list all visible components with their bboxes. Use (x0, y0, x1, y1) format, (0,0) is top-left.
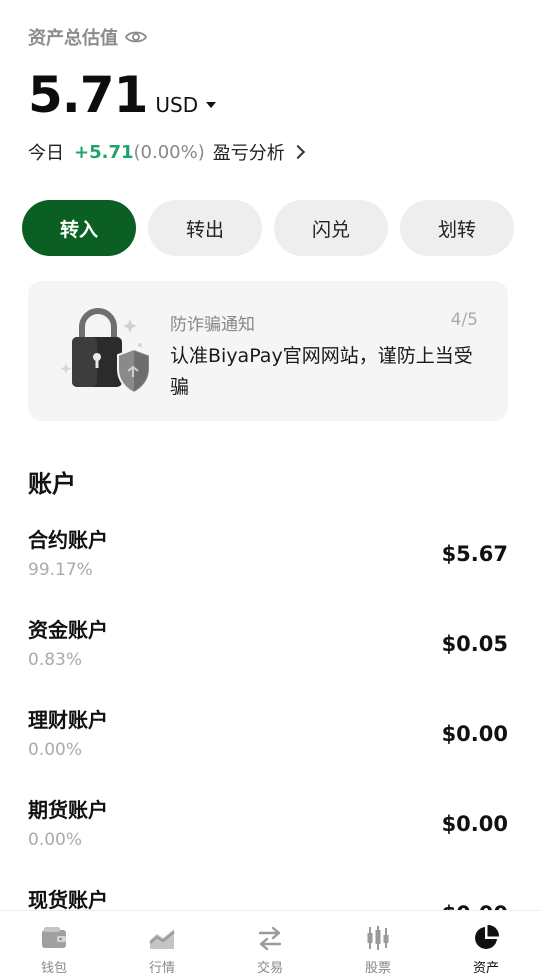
withdraw-button[interactable]: 转出 (148, 200, 262, 256)
account-row-funding[interactable]: 资金账户 0.83% $0.05 (28, 614, 508, 684)
assets-page: 资产总估值 5.71 USD 今日 +5.71 (0.00%) 盈亏分析 转入 … (0, 0, 540, 980)
account-percent: 99.17% (28, 560, 93, 580)
account-percent: 0.00% (28, 740, 83, 760)
action-buttons: 转入 转出 闪兑 划转 (22, 200, 514, 256)
account-row-futures[interactable]: 期货账户 0.00% $0.00 (28, 794, 508, 864)
nav-item-stocks[interactable]: 股票 (324, 911, 432, 980)
market-chart-icon (149, 929, 175, 949)
account-amount: $0.00 (441, 722, 508, 746)
account-name: 合约账户 (28, 528, 108, 552)
account-percent: 0.83% (28, 650, 83, 670)
caret-down-icon[interactable] (206, 102, 217, 108)
swap-arrows-icon (258, 926, 282, 951)
account-percent: 0.00% (28, 830, 83, 850)
account-name: 理财账户 (28, 708, 108, 732)
accounts-section-title: 账户 (28, 470, 76, 498)
lock-shield-icon (56, 301, 176, 401)
nav-item-wallet[interactable]: 钱包 (0, 911, 108, 980)
nav-label: 交易 (256, 961, 283, 976)
nav-item-trade[interactable]: 交易 (216, 911, 324, 980)
bottom-nav: 钱包 行情 交易 股票 资产 (0, 910, 540, 980)
nav-item-assets[interactable]: 资产 (432, 911, 540, 980)
currency-selector[interactable]: USD (155, 93, 198, 117)
nav-label: 行情 (148, 961, 175, 976)
nav-item-market[interactable]: 行情 (108, 911, 216, 980)
total-balance: 5.71 (28, 66, 148, 124)
wallet-icon (42, 927, 66, 948)
deposit-button[interactable]: 转入 (22, 200, 136, 256)
total-assets-text: 资产总估值 (28, 28, 118, 49)
account-name: 期货账户 (28, 798, 108, 822)
total-assets-label: 资产总估值 (28, 24, 148, 50)
nav-label: 钱包 (40, 961, 67, 976)
notice-page-indicator: 4/5 (450, 310, 478, 330)
notice-title: 防诈骗通知 (170, 315, 255, 335)
account-name: 现货账户 (28, 888, 108, 912)
account-amount: $0.05 (441, 632, 508, 656)
pnl-row[interactable]: 今日 +5.71 (0.00%) 盈亏分析 (28, 139, 305, 165)
pnl-value: +5.71 (74, 141, 134, 163)
account-row-futures-contract[interactable]: 合约账户 99.17% $5.67 (28, 524, 508, 594)
pnl-today-label: 今日 (28, 143, 64, 164)
account-amount: $5.67 (441, 542, 508, 566)
flash-swap-button[interactable]: 闪兑 (274, 200, 388, 256)
transfer-button[interactable]: 划转 (400, 200, 514, 256)
anti-fraud-notice-card[interactable]: 防诈骗通知 4/5 认准BiyaPay官网网站，谨防上当受骗 (28, 281, 508, 421)
pie-chart-icon (475, 924, 500, 949)
account-amount: $0.00 (441, 812, 508, 836)
pnl-analysis-link[interactable]: 盈亏分析 (213, 139, 285, 165)
pnl-percent: (0.00%) (133, 141, 205, 163)
notice-body: 认准BiyaPay官网网站，谨防上当受骗 (170, 345, 473, 398)
eye-icon[interactable] (124, 25, 148, 49)
chevron-right-icon[interactable] (290, 144, 305, 160)
stock-candles-icon (367, 926, 389, 950)
nav-label: 股票 (364, 961, 391, 976)
account-row-earn[interactable]: 理财账户 0.00% $0.00 (28, 704, 508, 774)
nav-label: 资产 (472, 961, 499, 976)
balance-row: 5.71 USD (28, 66, 217, 124)
account-name: 资金账户 (28, 618, 108, 642)
